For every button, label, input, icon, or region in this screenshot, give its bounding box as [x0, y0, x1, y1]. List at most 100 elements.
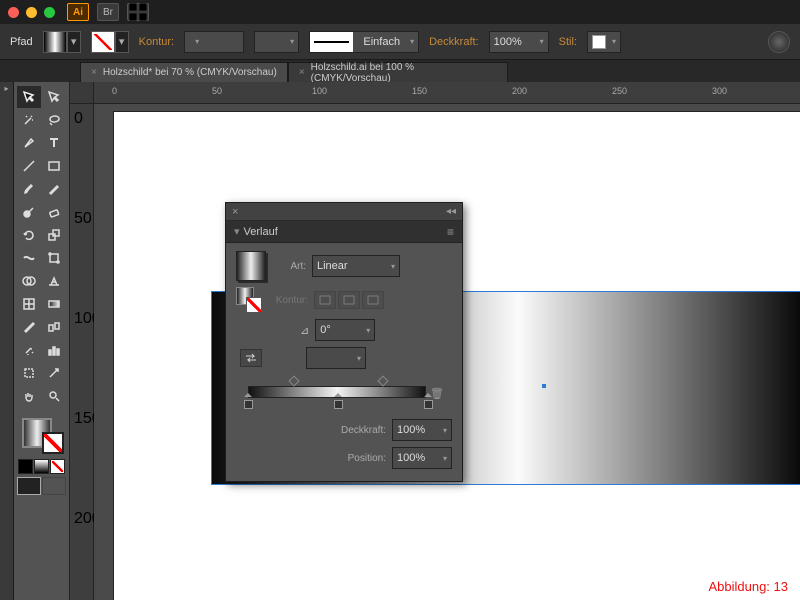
midpoint-diamond[interactable] — [377, 375, 388, 386]
document-tab-strip: × Holzschild* bei 70 % (CMYK/Vorschau) ×… — [0, 60, 800, 82]
column-graph-tool[interactable] — [42, 339, 66, 361]
panel-menu-icon[interactable]: ≡ — [447, 225, 454, 239]
stroke-indicator[interactable] — [42, 432, 64, 454]
arrange-docs-button[interactable] — [127, 3, 149, 21]
shape-builder-tool[interactable] — [17, 270, 41, 292]
stroke-swatch-group[interactable]: ▾ — [91, 31, 129, 53]
stroke-dropdown[interactable]: ▾ — [115, 31, 129, 53]
hand-tool[interactable] — [17, 385, 41, 407]
zoom-tool[interactable] — [42, 385, 66, 407]
fill-dropdown[interactable]: ▾ — [67, 31, 81, 53]
stroke-weight-input[interactable]: ▾ — [184, 31, 244, 53]
color-mode-row — [18, 459, 65, 474]
close-tab-icon[interactable]: × — [299, 67, 305, 78]
mesh-tool[interactable] — [17, 293, 41, 315]
chevron-down-icon: ▾ — [234, 225, 240, 238]
ruler-origin[interactable] — [70, 82, 94, 104]
width-tool[interactable] — [17, 247, 41, 269]
doc-setup-button[interactable] — [768, 31, 790, 53]
gradient-preview[interactable] — [236, 251, 266, 281]
eraser-tool[interactable] — [42, 201, 66, 223]
scale-tool[interactable] — [42, 224, 66, 246]
panel-header[interactable]: × ◂◂ — [226, 203, 462, 221]
color-mode-none[interactable] — [50, 459, 65, 474]
ruler-tick: 200 — [512, 86, 527, 96]
screen-mode-button[interactable] — [17, 477, 41, 495]
magic-wand-tool[interactable] — [17, 109, 41, 131]
fill-swatch[interactable] — [43, 31, 67, 53]
delete-stop-icon[interactable]: 🗑 — [430, 387, 444, 400]
stroke-grad-in-button[interactable] — [314, 291, 336, 309]
eyedropper-tool[interactable] — [17, 316, 41, 338]
free-transform-tool[interactable] — [42, 247, 66, 269]
pen-tool[interactable] — [17, 132, 41, 154]
gradient-slider[interactable]: 🗑 — [248, 379, 440, 405]
rotate-tool[interactable] — [17, 224, 41, 246]
slice-tool[interactable] — [42, 362, 66, 384]
aspect-ratio-input[interactable]: ▾ — [306, 347, 366, 369]
ruler-tick: 250 — [612, 86, 627, 96]
symbol-sprayer-tool[interactable] — [17, 339, 41, 361]
direct-selection-tool[interactable] — [42, 86, 66, 108]
document-tab[interactable]: × Holzschild.ai bei 100 % (CMYK/Vorschau… — [288, 62, 508, 82]
stroke-grad-across-button[interactable] — [362, 291, 384, 309]
blend-tool[interactable] — [42, 316, 66, 338]
close-window-button[interactable] — [8, 7, 19, 18]
color-mode-solid[interactable] — [18, 459, 33, 474]
opacity-input[interactable]: 100%▾ — [489, 31, 549, 53]
ruler-tick: 0 — [74, 110, 83, 128]
angle-input[interactable]: 0°▾ — [315, 319, 375, 341]
workspace: ▸ — [0, 82, 800, 600]
stroke-swatch[interactable] — [91, 31, 115, 53]
zoom-window-button[interactable] — [44, 7, 55, 18]
brush-definition[interactable]: Einfach ▾ — [309, 31, 419, 53]
stroke-gradient-mode-group — [314, 291, 384, 309]
window-controls — [8, 7, 55, 18]
collapse-panel-icon[interactable]: ◂◂ — [446, 206, 456, 217]
selection-tool[interactable] — [17, 86, 41, 108]
gradient-stop[interactable] — [244, 397, 253, 409]
stop-opacity-value: 100% — [397, 424, 425, 436]
close-panel-icon[interactable]: × — [232, 206, 238, 218]
color-mode-gradient[interactable] — [34, 459, 49, 474]
stroke-grad-along-button[interactable] — [338, 291, 360, 309]
opacity-value: 100% — [494, 36, 522, 48]
fill-stroke-indicator[interactable] — [18, 414, 66, 456]
gradient-stop[interactable] — [334, 397, 343, 409]
vertical-ruler[interactable]: 0 50 100 150 200 — [70, 104, 94, 600]
minimize-window-button[interactable] — [26, 7, 37, 18]
pencil-tool[interactable] — [42, 178, 66, 200]
lasso-tool[interactable] — [42, 109, 66, 131]
rectangle-tool[interactable] — [42, 155, 66, 177]
blob-brush-tool[interactable] — [17, 201, 41, 223]
graphic-style-picker[interactable]: ▾ — [587, 31, 621, 53]
panel-fill-stroke-icon[interactable] — [236, 287, 262, 313]
horizontal-ruler[interactable]: 0 50 100 150 200 250 300 — [94, 82, 800, 104]
ruler-tick: 50 — [74, 210, 92, 228]
midpoint-diamond[interactable] — [289, 375, 300, 386]
gradient-panel[interactable]: × ◂◂ ▾ Verlauf ≡ Art: Linear ▾ — [225, 202, 463, 482]
ruler-tick: 100 — [312, 86, 327, 96]
paintbrush-tool[interactable] — [17, 178, 41, 200]
type-tool[interactable] — [42, 132, 66, 154]
artboard-tool[interactable] — [17, 362, 41, 384]
selection-center-handle[interactable] — [542, 384, 546, 388]
perspective-grid-tool[interactable] — [42, 270, 66, 292]
fill-stroke-swatch[interactable]: ▾ — [43, 31, 81, 53]
document-tab[interactable]: × Holzschild* bei 70 % (CMYK/Vorschau) — [80, 62, 288, 82]
panel-title-bar[interactable]: ▾ Verlauf ≡ — [226, 221, 462, 243]
stroke-label: Kontur: — [268, 295, 308, 306]
close-tab-icon[interactable]: × — [91, 67, 97, 78]
stop-position-input[interactable]: 100%▾ — [392, 447, 452, 469]
screen-mode-button[interactable] — [42, 477, 66, 495]
ruler-tick: 150 — [412, 86, 427, 96]
panel-collapse-strip[interactable]: ▸ — [0, 82, 14, 600]
stop-opacity-input[interactable]: 100%▾ — [392, 419, 452, 441]
reverse-gradient-button[interactable] — [240, 349, 262, 367]
bridge-button[interactable]: Br — [97, 3, 119, 21]
gradient-tool[interactable] — [42, 293, 66, 315]
gradient-type-select[interactable]: Linear ▾ — [312, 255, 400, 277]
line-tool[interactable] — [17, 155, 41, 177]
var-width-profile[interactable]: ▾ — [254, 31, 299, 53]
app-icon: Ai — [67, 3, 89, 21]
